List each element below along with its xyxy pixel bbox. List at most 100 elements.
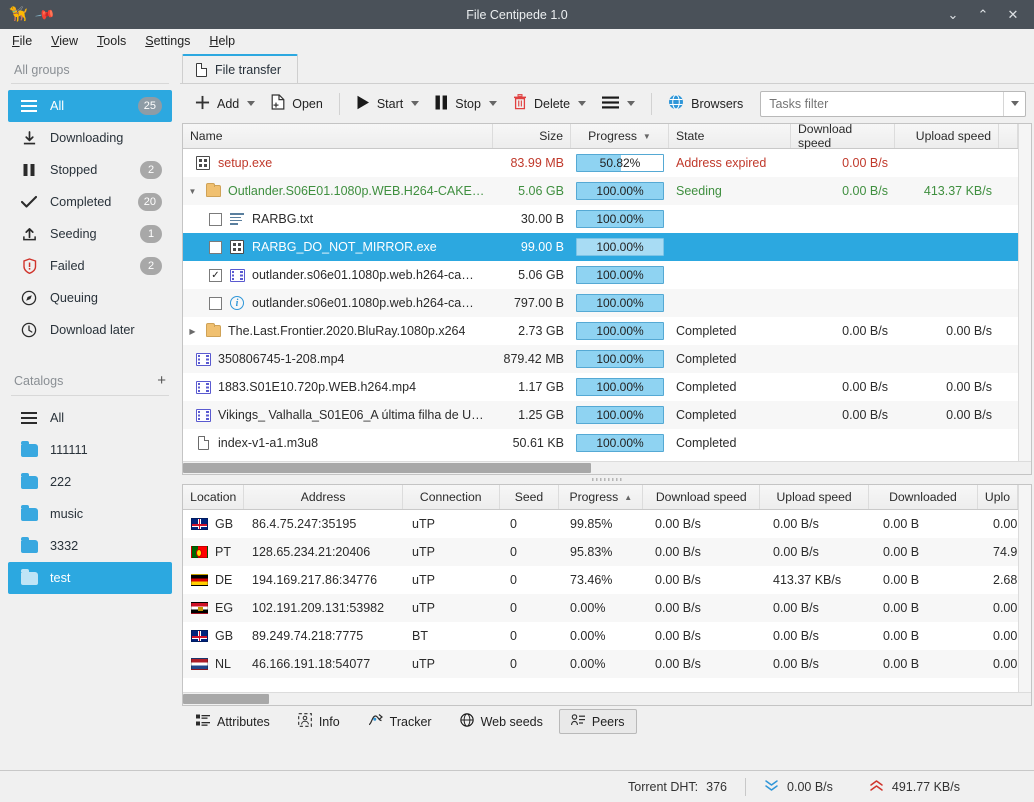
column-header-downloaded[interactable]: Downloaded bbox=[869, 485, 978, 509]
file-checkbox[interactable] bbox=[209, 240, 222, 254]
chevron-down-icon[interactable] bbox=[627, 101, 636, 106]
add-catalog-button[interactable]: + bbox=[157, 372, 169, 389]
maximize-button[interactable]: ⌃ bbox=[968, 0, 998, 29]
open-button[interactable]: Open bbox=[264, 90, 330, 118]
progress-bar: 100.00% bbox=[576, 210, 664, 228]
catalog-item-222[interactable]: 222 bbox=[8, 466, 172, 498]
task-name-cell: ▼ Outlander.S06E01.1080p.WEB.H264-CAKES[… bbox=[183, 177, 493, 205]
menu-tools[interactable]: Tools bbox=[97, 34, 126, 48]
catalog-item-111111[interactable]: 111111 bbox=[8, 434, 172, 466]
chevron-down-icon[interactable] bbox=[1003, 91, 1025, 116]
table-row[interactable]: GB 89.249.74.218:7775 BT 0 0.00% 0.00 B/… bbox=[183, 622, 1018, 650]
sidebar-item-download-later[interactable]: Download later bbox=[8, 314, 172, 346]
menu-settings[interactable]: Settings bbox=[145, 34, 190, 48]
catalog-item-3332[interactable]: 3332 bbox=[8, 530, 172, 562]
sidebar-item-failed[interactable]: Failed 2 bbox=[8, 250, 172, 282]
catalog-item-all[interactable]: All bbox=[8, 402, 172, 434]
catalog-item-label: 111111 bbox=[50, 443, 88, 457]
sidebar-item-seeding[interactable]: Seeding 1 bbox=[8, 218, 172, 250]
add-button[interactable]: Add bbox=[188, 90, 262, 118]
panel-splitter[interactable] bbox=[180, 475, 1034, 484]
tab-peers[interactable]: Peers bbox=[558, 709, 637, 734]
menu-file[interactable]: File bbox=[12, 34, 32, 48]
sidebar-item-queuing[interactable]: Queuing bbox=[8, 282, 172, 314]
table-row[interactable]: index-v1-a1.m3u8 50.61 KB 100.00% Comple… bbox=[183, 429, 1018, 457]
table-row[interactable]: ✓ outlander.s06e01.1080p.web.h264-ca… 5.… bbox=[183, 261, 1018, 289]
tasks-filter[interactable] bbox=[760, 90, 1026, 117]
start-button[interactable]: Start bbox=[349, 90, 426, 118]
more-options-button[interactable] bbox=[595, 90, 642, 118]
close-button[interactable]: ✕ bbox=[998, 0, 1028, 29]
table-row[interactable]: setup.exe 83.99 MB 50.82% Address expire… bbox=[183, 149, 1018, 177]
tab-info[interactable]: Info bbox=[286, 709, 352, 734]
column-header-seed[interactable]: Seed bbox=[499, 485, 560, 509]
sidebar-item-completed[interactable]: Completed 20 bbox=[8, 186, 172, 218]
file-checkbox[interactable] bbox=[209, 212, 222, 226]
expand-collapse-icon[interactable]: ▼ bbox=[187, 187, 198, 196]
column-header-state[interactable]: State bbox=[669, 124, 791, 148]
tab-attributes[interactable]: Attributes bbox=[184, 709, 282, 734]
column-header-download-speed[interactable]: Download speed bbox=[791, 122, 895, 150]
sidebar-item-stopped[interactable]: Stopped 2 bbox=[8, 154, 172, 186]
column-header-address[interactable]: Address bbox=[244, 485, 403, 509]
stop-button[interactable]: Stop bbox=[428, 90, 504, 118]
scrollbar-thumb[interactable] bbox=[183, 463, 591, 473]
table-row[interactable]: NL 46.166.191.18:54077 uTP 0 0.00% 0.00 … bbox=[183, 650, 1018, 678]
table-row[interactable]: 350806745-1-208.mp4 879.42 MB 100.00% Co… bbox=[183, 345, 1018, 373]
peers-horizontal-scrollbar[interactable] bbox=[183, 692, 1031, 705]
minimize-button[interactable]: ⌄ bbox=[938, 0, 968, 29]
table-row[interactable]: RARBG.txt 30.00 B 100.00% bbox=[183, 205, 1018, 233]
tasks-vertical-scrollbar[interactable] bbox=[1018, 124, 1031, 461]
progress-bar: 100.00% bbox=[576, 350, 664, 368]
scrollbar-thumb[interactable] bbox=[183, 694, 269, 704]
sidebar-item-all[interactable]: All 25 bbox=[8, 90, 172, 122]
task-name-cell: setup.exe bbox=[183, 149, 493, 177]
chevron-down-icon[interactable] bbox=[411, 101, 420, 106]
column-header-location[interactable]: Location bbox=[183, 485, 245, 509]
table-row[interactable]: EG 102.191.209.131:53982 uTP 0 0.00% 0.0… bbox=[183, 594, 1018, 622]
chevron-down-icon[interactable] bbox=[488, 101, 497, 106]
column-header-download-speed[interactable]: Download speed bbox=[643, 485, 761, 509]
column-header-connection[interactable]: Connection bbox=[402, 485, 500, 509]
pin-icon[interactable]: 📌 bbox=[34, 3, 56, 25]
column-header-progress[interactable]: Progress ▲ bbox=[559, 485, 644, 509]
tab-tracker[interactable]: Tracker bbox=[356, 709, 444, 734]
tab-strip: File transfer bbox=[180, 53, 1034, 83]
table-row[interactable]: ▼ Outlander.S06E01.1080p.WEB.H264-CAKES[… bbox=[183, 177, 1018, 205]
tasks-horizontal-scrollbar[interactable] bbox=[183, 461, 1031, 474]
catalog-item-test[interactable]: test bbox=[8, 562, 172, 594]
browsers-button[interactable]: Browsers bbox=[661, 90, 750, 118]
search-input[interactable] bbox=[761, 92, 1003, 115]
sidebar-item-downloading[interactable]: Downloading bbox=[8, 122, 172, 154]
catalog-item-music[interactable]: music bbox=[8, 498, 172, 530]
tab-file-transfer[interactable]: File transfer bbox=[182, 54, 298, 83]
peers-vertical-scrollbar[interactable] bbox=[1018, 485, 1031, 692]
table-row[interactable]: RARBG_DO_NOT_MIRROR.exe 99.00 B 100.00% bbox=[183, 233, 1018, 261]
table-row[interactable]: ▶ The.Last.Frontier.2020.BluRay.1080p.x2… bbox=[183, 317, 1018, 345]
expand-collapse-icon[interactable]: ▶ bbox=[187, 327, 198, 336]
column-header-uploaded[interactable]: Uplo bbox=[977, 485, 1018, 509]
column-header-size[interactable]: Size bbox=[493, 124, 571, 148]
file-checkbox[interactable]: ✓ bbox=[209, 268, 222, 282]
table-row[interactable]: GB 86.4.75.247:35195 uTP 0 99.85% 0.00 B… bbox=[183, 510, 1018, 538]
task-progress-cell: 100.00% bbox=[571, 373, 669, 401]
column-header-upload-speed[interactable]: Upload speed bbox=[895, 124, 999, 148]
table-row[interactable]: i outlander.s06e01.1080p.web.h264-ca… 79… bbox=[183, 289, 1018, 317]
file-checkbox[interactable] bbox=[209, 296, 222, 310]
table-row[interactable]: Vikings_ Valhalla_S01E06_A última filha … bbox=[183, 401, 1018, 429]
column-header-progress[interactable]: Progress ▼ bbox=[571, 124, 669, 148]
table-row[interactable]: 1883.S01E10.720p.WEB.h264.mp4 1.17 GB 10… bbox=[183, 373, 1018, 401]
tab-web-seeds[interactable]: Web seeds bbox=[448, 709, 555, 734]
task-name-cell: 1883.S01E10.720p.WEB.h264.mp4 bbox=[183, 373, 493, 401]
delete-button[interactable]: Delete bbox=[506, 90, 593, 118]
column-header-upload-speed[interactable]: Upload speed bbox=[760, 485, 870, 509]
menu-view[interactable]: View bbox=[51, 34, 78, 48]
menu-help[interactable]: Help bbox=[209, 34, 235, 48]
column-header-name[interactable]: Name bbox=[183, 124, 493, 148]
progress-label: 100.00% bbox=[596, 324, 644, 338]
flag-icon-gb bbox=[191, 630, 208, 642]
table-row[interactable]: PT 128.65.234.21:20406 uTP 0 95.83% 0.00… bbox=[183, 538, 1018, 566]
chevron-down-icon[interactable] bbox=[247, 101, 256, 106]
chevron-down-icon[interactable] bbox=[578, 101, 587, 106]
table-row[interactable]: DE 194.169.217.86:34776 uTP 0 73.46% 0.0… bbox=[183, 566, 1018, 594]
